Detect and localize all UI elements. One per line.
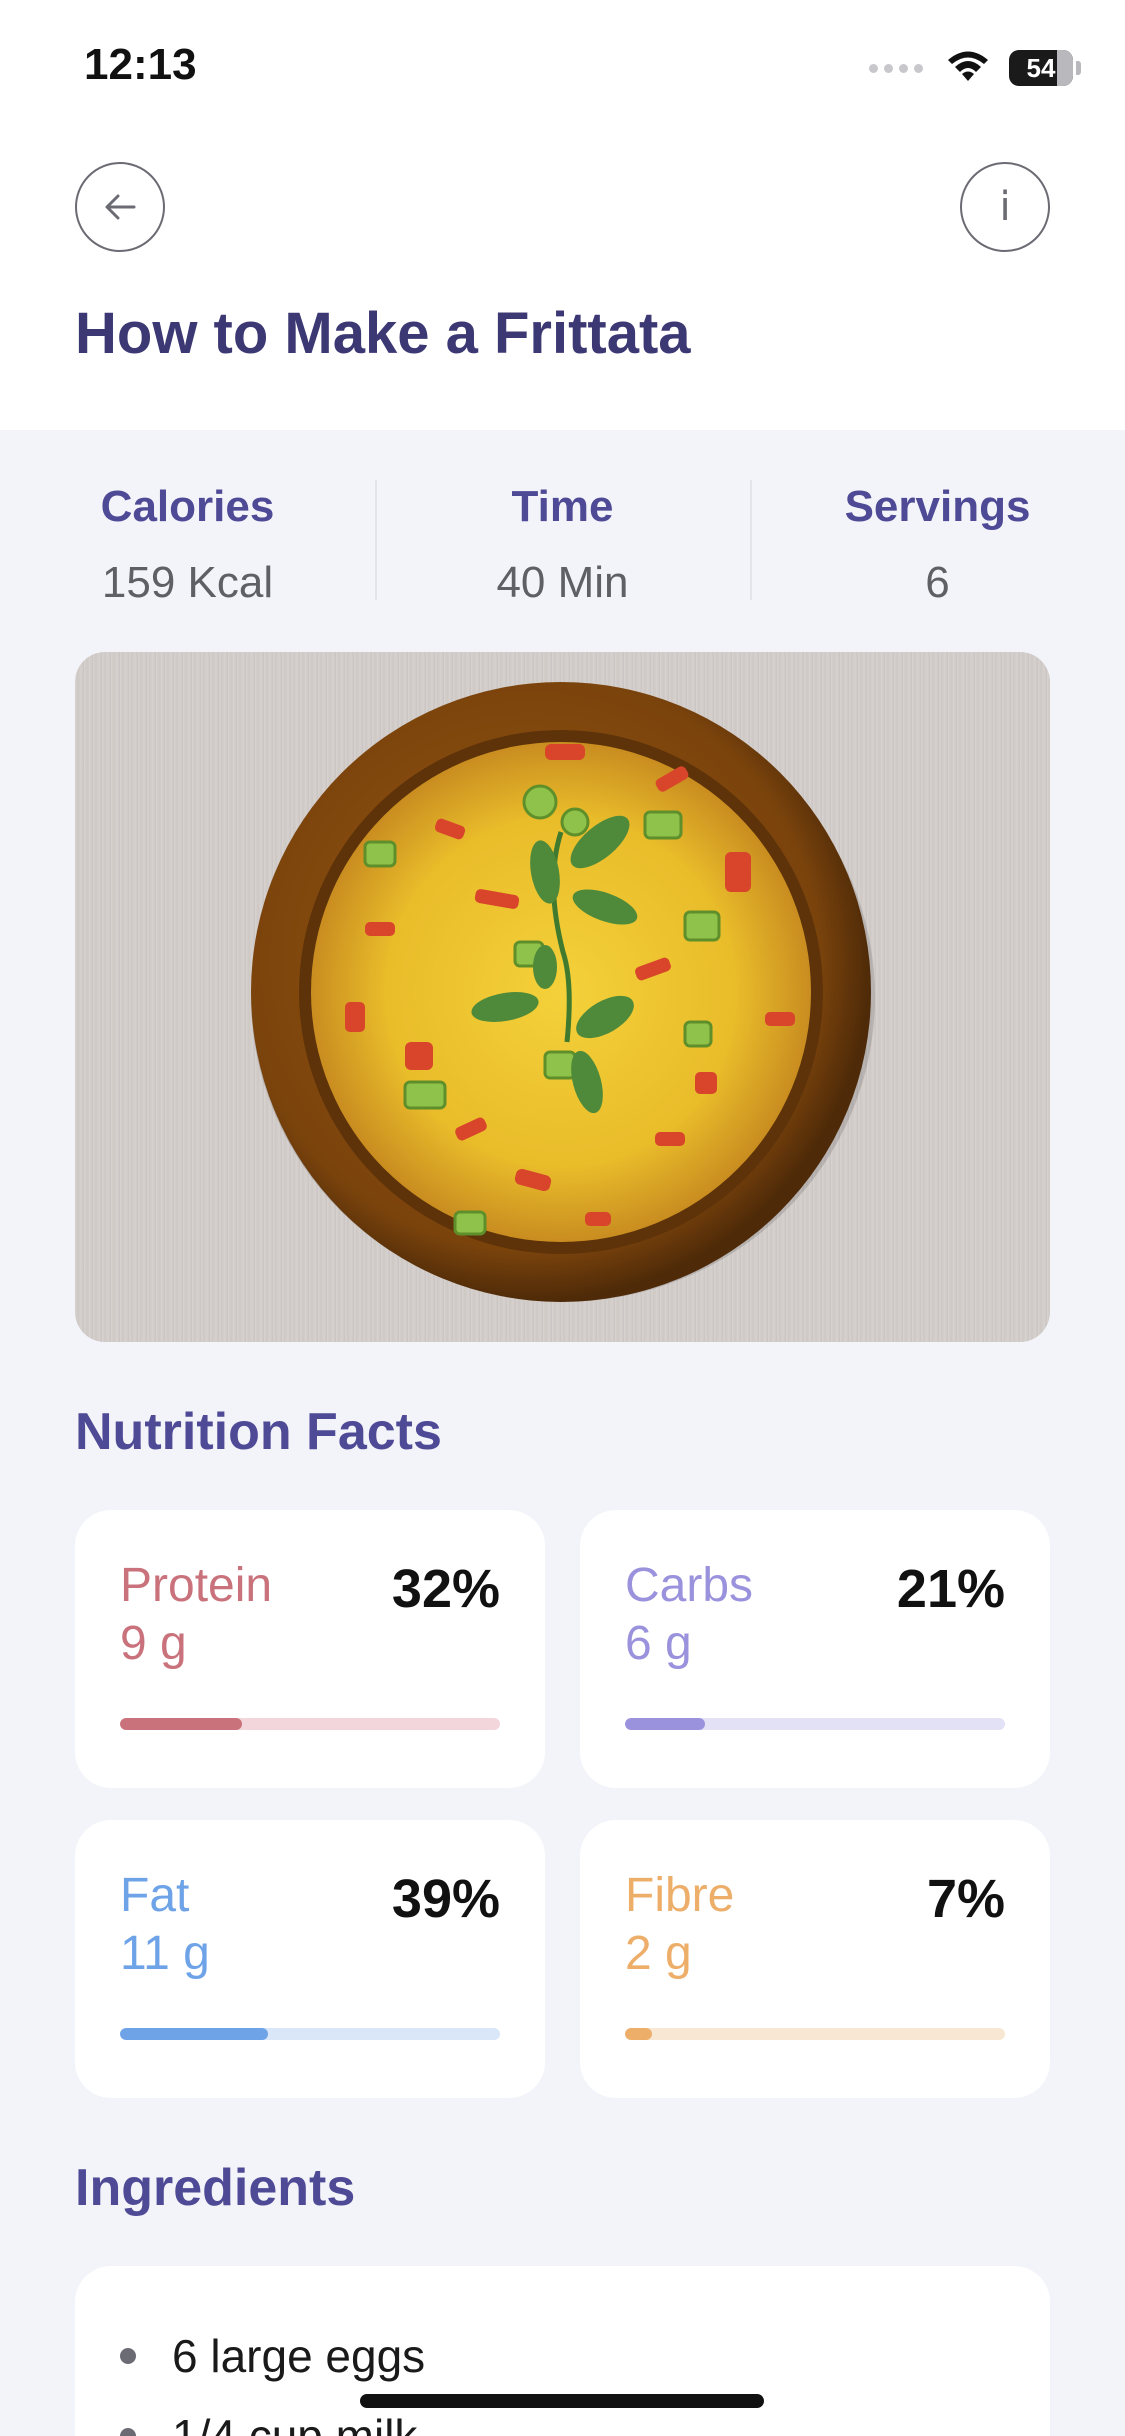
ingredients-card: 6 large eggs 1/4 cup milk bbox=[75, 2266, 1050, 2436]
header-area: 12:13 54 i How to Make a Frittata bbox=[0, 0, 1125, 430]
info-button[interactable]: i bbox=[960, 162, 1050, 252]
recipe-image bbox=[75, 652, 1050, 1342]
nutrient-amount: 6 g bbox=[625, 1617, 692, 1670]
progress-fill bbox=[120, 1718, 242, 1730]
nutrient-name: Fat bbox=[120, 1869, 190, 1922]
stat-label: Calories bbox=[100, 482, 275, 531]
stat-value: 40 Min bbox=[496, 558, 629, 607]
stat-value: 6 bbox=[925, 558, 950, 607]
ingredient-text: 1/4 cup milk bbox=[172, 2410, 418, 2436]
home-indicator[interactable] bbox=[360, 2394, 764, 2408]
progress-fill bbox=[120, 2028, 269, 2040]
status-indicators: 54 bbox=[869, 44, 1081, 92]
nutrition-card-fat: Fat 11 g 39% bbox=[75, 1820, 545, 2098]
ingredient-text: 6 large eggs bbox=[172, 2330, 426, 2382]
progress-track bbox=[625, 1718, 1005, 1730]
ingredients-title: Ingredients bbox=[75, 2159, 356, 2217]
wifi-icon bbox=[948, 51, 988, 81]
list-item: 6 large eggs bbox=[120, 2316, 425, 2396]
nutrient-amount: 2 g bbox=[625, 1927, 692, 1980]
bullet-icon bbox=[120, 2348, 136, 2364]
arrow-left-icon bbox=[105, 194, 136, 220]
battery-level: 54 bbox=[1026, 52, 1056, 83]
stat-label: Time bbox=[511, 482, 614, 531]
progress-fill bbox=[625, 1718, 705, 1730]
nutrient-amount: 11 g bbox=[120, 1927, 210, 1980]
nutrient-name: Protein bbox=[120, 1559, 273, 1612]
progress-track bbox=[120, 1718, 500, 1730]
bullet-icon bbox=[120, 2428, 136, 2436]
recipe-stats: Calories 159 Kcal Time 40 Min Servings 6 bbox=[0, 470, 1125, 610]
stat-servings: Servings 6 bbox=[750, 470, 1125, 610]
nutrition-card-protein: Protein 9 g 32% bbox=[75, 1510, 545, 1788]
stat-value: 159 Kcal bbox=[101, 558, 274, 607]
progress-track bbox=[625, 2028, 1005, 2040]
nutrient-percent: 21% bbox=[896, 1559, 1005, 1619]
stat-time: Time 40 Min bbox=[375, 470, 750, 610]
nutrient-name: Carbs bbox=[625, 1559, 754, 1612]
page-title: How to Make a Frittata bbox=[75, 301, 691, 366]
nutrient-name: Fibre bbox=[625, 1869, 735, 1922]
battery-icon: 54 bbox=[1009, 50, 1073, 86]
progress-fill bbox=[625, 2028, 652, 2040]
back-button[interactable] bbox=[75, 162, 165, 252]
nutrient-percent: 32% bbox=[391, 1559, 500, 1619]
stat-calories: Calories 159 Kcal bbox=[0, 470, 375, 610]
status-time: 12:13 bbox=[84, 40, 197, 89]
nutrition-card-carbs: Carbs 6 g 21% bbox=[580, 1510, 1050, 1788]
nutrition-card-fibre: Fibre 2 g 7% bbox=[580, 1820, 1050, 2098]
nutrient-amount: 9 g bbox=[120, 1617, 187, 1670]
ingredients-list: 6 large eggs 1/4 cup milk bbox=[120, 2316, 425, 2436]
nutrition-facts-title: Nutrition Facts bbox=[75, 1403, 442, 1461]
info-icon: i bbox=[999, 184, 1011, 230]
stat-label: Servings bbox=[844, 482, 1031, 531]
progress-track bbox=[120, 2028, 500, 2040]
signal-icon bbox=[869, 63, 923, 73]
nutrient-percent: 39% bbox=[391, 1869, 500, 1929]
nutrient-percent: 7% bbox=[926, 1869, 1005, 1929]
